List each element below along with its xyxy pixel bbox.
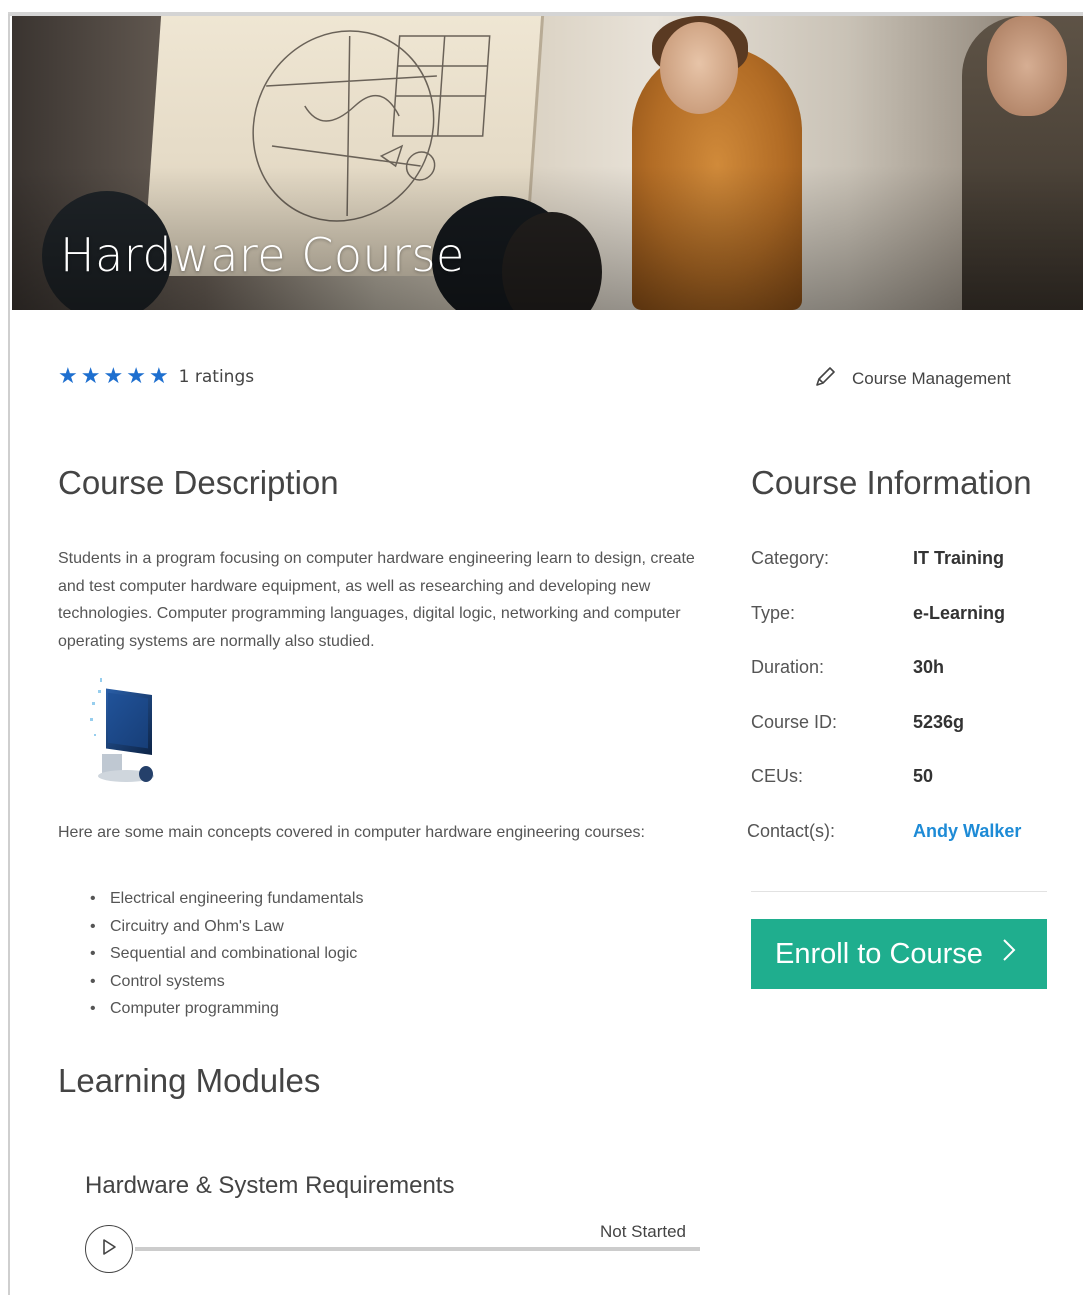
computer-illustration bbox=[88, 672, 160, 786]
star-icon[interactable]: ★ bbox=[126, 366, 146, 388]
course-title: Hardware Course bbox=[60, 228, 465, 282]
info-label: Course ID: bbox=[751, 712, 838, 732]
star-icon[interactable]: ★ bbox=[103, 366, 123, 388]
window-left-border bbox=[8, 14, 10, 1295]
module-status: Not Started bbox=[600, 1222, 686, 1241]
module-progress-bar bbox=[135, 1247, 700, 1251]
course-description-heading: Course Description bbox=[58, 464, 339, 501]
info-value: 50 bbox=[913, 766, 934, 786]
enroll-button-label: Enroll to Course bbox=[775, 937, 983, 970]
contact-link[interactable]: Andy Walker bbox=[913, 821, 1021, 842]
star-icon[interactable]: ★ bbox=[149, 366, 169, 388]
info-label: Category: bbox=[751, 548, 830, 568]
list-item: Control systems bbox=[90, 968, 363, 996]
play-icon bbox=[101, 1238, 117, 1260]
attendee-head bbox=[987, 16, 1067, 116]
course-management-label: Course Management bbox=[852, 369, 1011, 388]
info-label: CEUs: bbox=[751, 766, 804, 786]
module-play-button[interactable] bbox=[85, 1225, 133, 1273]
star-icon[interactable]: ★ bbox=[81, 366, 101, 388]
info-label: Duration: bbox=[751, 657, 825, 677]
divider bbox=[751, 891, 1047, 892]
star-icon[interactable]: ★ bbox=[58, 366, 78, 388]
list-item: Sequential and combinational logic bbox=[90, 940, 363, 968]
ratings-count: 1 ratings bbox=[178, 367, 255, 387]
list-item: Electrical engineering fundamentals bbox=[90, 885, 364, 913]
rating-row: ★ ★ ★ ★ ★ 1 ratings bbox=[58, 366, 254, 388]
learning-modules-heading: Learning Modules bbox=[58, 1062, 321, 1099]
pencil-icon bbox=[812, 364, 838, 394]
enroll-button[interactable]: Enroll to Course bbox=[751, 919, 1047, 989]
info-value: 30h bbox=[913, 657, 945, 677]
chevron-right-icon bbox=[1001, 936, 1017, 972]
concepts-list: Electrical engineering fundamentals Circ… bbox=[58, 885, 364, 1023]
star-rating[interactable]: ★ ★ ★ ★ ★ bbox=[58, 366, 169, 388]
presenter-head bbox=[660, 22, 738, 114]
course-management-link[interactable]: Course Management bbox=[812, 364, 1011, 394]
list-item: Computer programming bbox=[90, 995, 363, 1023]
info-value: e-Learning bbox=[913, 603, 1006, 623]
info-label: Contact(s): bbox=[747, 821, 836, 841]
info-value: IT Training bbox=[913, 548, 1005, 568]
info-value: 5236g bbox=[913, 712, 965, 732]
course-information-heading: Course Information bbox=[751, 464, 1032, 501]
info-label: Type: bbox=[751, 603, 796, 623]
list-item: Circuitry and Ohm's Law bbox=[90, 913, 363, 941]
concepts-intro-text: Here are some main concepts covered in c… bbox=[58, 824, 645, 841]
course-description-text: Students in a program focusing on comput… bbox=[58, 550, 695, 650]
module-title[interactable]: Hardware & System Requirements bbox=[85, 1172, 454, 1200]
